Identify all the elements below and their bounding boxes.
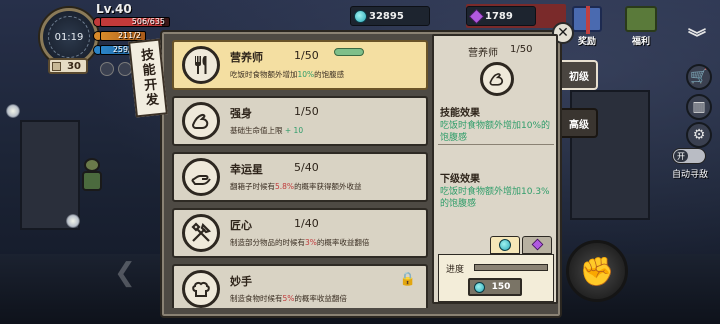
map-icon[interactable] xyxy=(100,62,114,76)
skill-row-strong-body[interactable]: 强身 1/50 基础生命值上限 + 10 xyxy=(172,96,428,146)
coin-icon xyxy=(474,282,485,293)
gift-icon xyxy=(572,6,602,34)
coin-tab[interactable] xyxy=(490,236,520,254)
skill-level: 1/50 xyxy=(294,49,319,62)
currency-tabs xyxy=(490,236,554,254)
skill-row-skillful-hand[interactable]: 妙手 🔒 制造食物时候有5%的概率收益翻倍 xyxy=(172,264,428,308)
day-counter: 30 xyxy=(48,58,88,74)
skill-description: 吃饭时食物额外增加10%的饱腹感 xyxy=(230,70,345,79)
gem-tab[interactable] xyxy=(522,236,552,254)
coin-icon xyxy=(354,10,367,23)
skill-name: 妙手 xyxy=(230,275,252,288)
coin-amount: 32895 xyxy=(369,10,404,22)
skill-level: 5/40 xyxy=(294,161,319,174)
lucky-hand-icon xyxy=(182,158,220,196)
skill-row-lucky-star[interactable]: 幸运星 5/40 翻箱子时候有5.8%的概率获得额外收益 xyxy=(172,152,428,202)
reward-label: 奖励 xyxy=(577,37,596,47)
settings-gear-icon[interactable]: ⚙ xyxy=(686,122,712,148)
lock-icon: 🔒 xyxy=(399,272,416,287)
skill-row-nutritionist[interactable]: 营养师 1/50 吃饭时食物额外增加10%的饱腹感 xyxy=(172,40,428,90)
player-level: Lv.40 xyxy=(96,2,132,16)
player-character xyxy=(78,158,106,192)
effect-heading: 技能效果 xyxy=(440,108,480,119)
gem-counter: 1789 xyxy=(466,6,536,26)
skill-description: 制造食物时候有5%的概率收益翻倍 xyxy=(230,294,347,303)
tier-tab-advanced[interactable]: 高级 xyxy=(562,108,598,138)
move-left-arrow-icon[interactable]: ❮ xyxy=(114,258,136,288)
skill-row-craftsmanship[interactable]: 匠心 1/40 制造部分物品的时候有3%的概率收益翻倍 xyxy=(172,208,428,258)
detail-skill-name: 营养师 xyxy=(468,48,498,59)
skill-name: 幸运星 xyxy=(230,163,263,176)
fork-knife-icon xyxy=(182,46,220,84)
upgrade-button[interactable]: 150 xyxy=(468,278,522,296)
skill-name: 强身 xyxy=(230,107,252,120)
shopping-cart-icon[interactable]: 🛒 xyxy=(686,64,712,90)
progress-bar xyxy=(474,264,548,271)
auto-find-enemy-label: 自动寻敌 xyxy=(671,170,708,180)
coin-icon xyxy=(499,239,511,251)
fist-icon: ✊ xyxy=(579,254,615,288)
hp-bar: 506/635 xyxy=(100,17,170,27)
food-value: 211/2 xyxy=(117,31,141,40)
next-level-heading: 下级效果 xyxy=(440,174,480,185)
skill-detail-pane: 营养师 1/50 技能效果 吃饭时食物额外增加10%的饱腹感 下级效果 吃饭时食… xyxy=(432,34,558,304)
hp-value: 506/635 xyxy=(131,17,165,26)
welfare-label: 福利 xyxy=(631,37,650,47)
skill-level: 1/40 xyxy=(294,217,319,230)
next-level-text: 吃饭时食物额外增加10.3%的饱腹感 xyxy=(440,187,550,209)
flexed-arm-icon xyxy=(182,102,220,140)
skill-description: 翻箱子时候有5.8%的概率获得额外收益 xyxy=(230,182,362,191)
coin-counter: 32895 xyxy=(350,6,430,26)
welfare-button[interactable]: 福利 xyxy=(620,4,662,52)
skill-description: 制造部分物品的时候有3%的概率收益翻倍 xyxy=(230,238,370,247)
calendar-icon xyxy=(52,62,61,71)
flexed-arm-icon xyxy=(480,62,514,96)
street-lamp xyxy=(6,104,20,118)
gem-icon xyxy=(469,9,484,24)
crossed-tools-icon xyxy=(182,214,220,252)
inventory-icon[interactable]: ▥ xyxy=(686,94,712,120)
street-lamp xyxy=(66,214,80,228)
upgrade-cost: 150 xyxy=(491,282,511,292)
chef-hat-icon xyxy=(182,270,220,308)
selected-indicator xyxy=(334,48,364,56)
divider xyxy=(438,144,554,145)
collapse-menu-icon[interactable]: ︾ xyxy=(688,30,706,48)
detail-skill-level: 1/50 xyxy=(510,44,533,55)
skill-name: 营养师 xyxy=(230,51,263,64)
skill-description: 基础生命值上限 + 10 xyxy=(230,126,304,135)
skill-list[interactable]: 营养师 1/50 吃饭时食物额外增加10%的饱腹感 强身 1/50 基础生命值上… xyxy=(172,40,430,308)
effect-text: 吃饭时食物额外增加10%的饱腹感 xyxy=(440,121,551,143)
tier-tab-basic[interactable]: 初级 xyxy=(562,60,598,90)
gem-amount: 1789 xyxy=(485,10,513,22)
skill-level: 1/50 xyxy=(294,105,319,118)
toggle-knob: 开 xyxy=(674,150,688,162)
skill-name: 匠心 xyxy=(230,219,252,232)
attack-fist-button[interactable]: ✊ xyxy=(566,240,628,302)
auto-find-enemy-toggle[interactable]: 开 xyxy=(672,148,706,164)
supply-crate-icon xyxy=(625,6,657,32)
day-count: 30 xyxy=(67,60,81,72)
progress-label: 进度 xyxy=(446,265,465,275)
gem-icon xyxy=(531,238,544,251)
food-bar: 211/2 xyxy=(100,31,146,41)
